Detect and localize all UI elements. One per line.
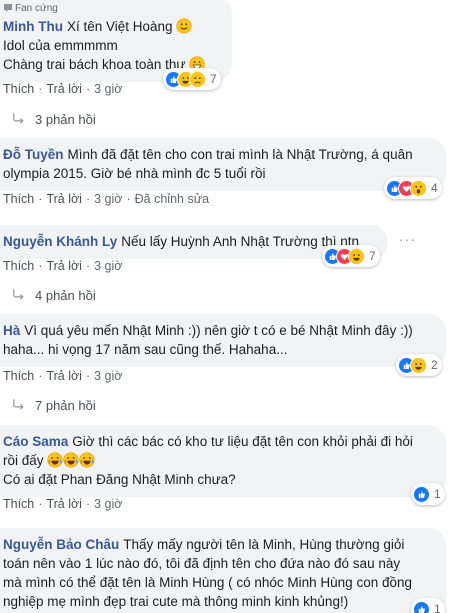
- reaction-count: 7: [369, 249, 376, 263]
- reaction-count: 4: [431, 181, 438, 195]
- reply-link[interactable]: Trả lời: [46, 259, 82, 273]
- reply-link[interactable]: Trả lời: [46, 192, 82, 206]
- haha-reaction-icon: [348, 247, 365, 265]
- tears-of-joy-emoji-icon: [47, 452, 63, 468]
- replies-count-label[interactable]: 3 phản hồi: [35, 112, 96, 127]
- comment-text-line: Thấy mấy người tên là Minh, Hùng thường …: [123, 537, 405, 552]
- reaction-count: 7: [210, 72, 217, 86]
- comment-text-line: mà mình có thể đặt tên là Minh Hùng ( có…: [3, 575, 412, 590]
- fan-badge-label: Fan cứng: [15, 3, 58, 14]
- reply-arrow-icon: [12, 399, 25, 411]
- replies-count-label[interactable]: 4 phản hồi: [35, 288, 96, 303]
- fan-badge: Fan cứng: [3, 3, 220, 15]
- like-link[interactable]: Thích: [3, 192, 34, 206]
- view-replies-link[interactable]: 4 phản hồi: [12, 287, 96, 305]
- like-reaction-icon: [413, 600, 430, 613]
- comment-actions: Thích · Trả lời · 3 giờ: [3, 497, 123, 511]
- reaction-summary[interactable]: 1: [411, 483, 445, 505]
- comment-text-line: Mình đã đặt tên cho con trai mình là Nhậ…: [67, 147, 413, 162]
- comment-bubble: Hà Vì quá yêu mến Nhật Minh :)) nên giờ t…: [0, 314, 446, 367]
- reply-arrow-icon: [12, 289, 25, 301]
- reaction-count: 2: [431, 358, 438, 372]
- reaction-count: 1: [434, 602, 441, 613]
- reply-link[interactable]: Trả lời: [46, 82, 82, 96]
- slightly-smiling-emoji-icon: [176, 18, 192, 34]
- comment-time[interactable]: 3 giờ: [94, 497, 122, 511]
- comment-time[interactable]: 3 giờ: [94, 259, 122, 273]
- comment-author[interactable]: Nguyễn Khánh Ly: [3, 234, 117, 249]
- comment-time[interactable]: 3 giờ: [94, 192, 122, 206]
- reaction-summary[interactable]: 2: [396, 354, 442, 376]
- tears-of-joy-emoji-icon: [63, 452, 79, 468]
- like-reaction-icon: [413, 485, 430, 503]
- reaction-summary[interactable]: 7: [322, 245, 380, 267]
- comment-actions: Thích · Trả lời · 3 giờ: [3, 259, 123, 273]
- like-link[interactable]: Thích: [3, 369, 34, 383]
- comment-bubble: Nguyễn Bảo Châu Thấy mấy người tên là Min…: [0, 528, 446, 613]
- comment-actions: Thích · Trả lời · 3 giờ: [3, 82, 123, 96]
- comment-text-line: haha... hi vọng 17 năm sau cũng thế. Hah…: [3, 342, 288, 357]
- reaction-summary[interactable]: 7: [163, 68, 221, 90]
- comment-text-line: Giờ thì các bác có kho tư liệu đặt tên c…: [72, 434, 413, 449]
- tears-of-joy-emoji-icon: [79, 452, 95, 468]
- comment-actions: Thích · Trả lời · 3 giờ · Đã chỉnh sửa: [3, 192, 210, 206]
- haha-reaction-icon: [410, 356, 427, 374]
- view-replies-link[interactable]: 7 phản hồi: [12, 397, 96, 415]
- view-replies-link[interactable]: 3 phản hồi: [12, 111, 96, 129]
- comment-text-line: Xí tên Việt Hoàng: [66, 19, 173, 34]
- comment-text-line: nghiệp mẹ mình đẹp trai cute mà thông mi…: [3, 594, 349, 609]
- comment-text-line: Nếu lấy Huỳnh Anh Nhật Trường thì ntn: [121, 234, 360, 249]
- wow-reaction-icon: [410, 179, 427, 197]
- reaction-count: 1: [434, 487, 441, 501]
- reaction-summary[interactable]: 4: [384, 177, 442, 199]
- comment-text-line: olympia 2015. Giờ bé nhà mình đc 5 tuổi …: [3, 166, 266, 181]
- like-link[interactable]: Thích: [3, 497, 34, 511]
- reaction-summary[interactable]: 1: [411, 598, 445, 613]
- comment-bubble: Đỗ Tuyền Mình đã đặt tên cho con trai mìn…: [0, 138, 446, 191]
- reply-arrow-icon: [12, 113, 25, 125]
- like-link[interactable]: Thích: [3, 82, 34, 96]
- fan-badge-icon: [4, 4, 12, 12]
- comment-text-line: Idol của emmmmm: [3, 38, 118, 53]
- comment-author[interactable]: Hà: [3, 323, 20, 338]
- comment-bubble: Cáo Sama Giờ thì các bác có kho tư liệu đ…: [0, 425, 446, 497]
- comment-text-line: toán nên vào 1 lúc nào đó, tôi đã định t…: [3, 556, 401, 571]
- comment-author[interactable]: Đỗ Tuyền: [3, 147, 64, 162]
- more-options-icon[interactable]: ···: [399, 231, 416, 247]
- sad-reaction-icon: [189, 70, 206, 88]
- comment-author[interactable]: Cáo Sama: [3, 434, 68, 449]
- edited-label[interactable]: Đã chỉnh sửa: [135, 192, 209, 206]
- comment-time[interactable]: 3 giờ: [94, 369, 122, 383]
- like-link[interactable]: Thích: [3, 259, 34, 273]
- comment-author[interactable]: Minh Thu: [3, 19, 63, 34]
- reply-link[interactable]: Trả lời: [46, 497, 82, 511]
- replies-count-label[interactable]: 7 phản hồi: [35, 398, 96, 413]
- comment-text-line: rồi đấy: [3, 453, 44, 468]
- reply-link[interactable]: Trả lời: [46, 369, 82, 383]
- comment-author[interactable]: Nguyễn Bảo Châu: [3, 537, 119, 552]
- comment-time[interactable]: 3 giờ: [94, 82, 122, 96]
- comment-actions: Thích · Trả lời · 3 giờ: [3, 369, 123, 383]
- comment-text-line: Chàng trai bách khoa toàn thư: [3, 57, 186, 72]
- comment-text-line: Vì quá yêu mến Nhật Minh :)) nên giờ t c…: [24, 323, 413, 338]
- comment-text-line: Có ai đặt Phan Đăng Nhật Minh chưa?: [3, 472, 236, 487]
